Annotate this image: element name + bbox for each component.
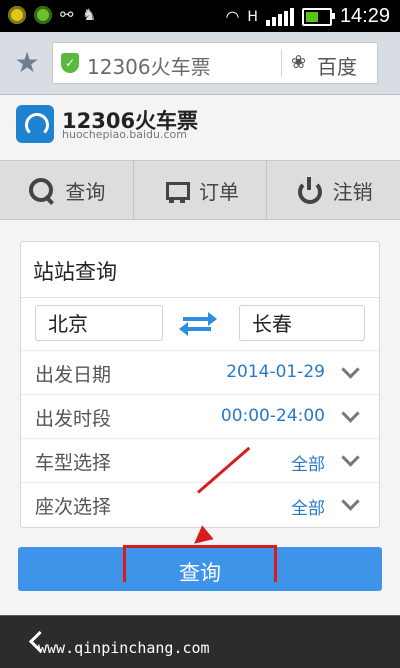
watermark: www.qinpinchang.com: [38, 639, 210, 657]
train-type-row[interactable]: 车型选择 全部: [21, 438, 379, 483]
row-value: 00:00-24:00: [220, 406, 325, 426]
power-icon: [295, 176, 323, 204]
battery-icon: [301, 7, 335, 26]
bookmark-star-icon[interactable]: ★: [12, 48, 42, 78]
notification-icons: ⚯ ♞: [8, 6, 98, 24]
logo-icon: [16, 105, 54, 143]
row-value: 全部: [291, 499, 325, 519]
departure-date-row[interactable]: 出发日期 2014-01-29: [21, 350, 379, 395]
row-value: 2014-01-29: [226, 362, 325, 382]
row-label: 座次选择: [35, 496, 112, 518]
security-shield-icon: ✓: [61, 53, 79, 73]
notification-icon: [34, 6, 52, 24]
status-bar: ⚯ ♞ ◠ H 14:29: [0, 0, 400, 32]
query-button[interactable]: 查询: [18, 545, 382, 591]
nav-label: 查询: [65, 179, 106, 204]
search-engine-label[interactable]: 百度: [317, 51, 357, 80]
browser-bottom-bar: www.qinpinchang.com: [0, 615, 400, 668]
notification-icon: [8, 6, 26, 24]
row-label: 出发时段: [35, 408, 112, 430]
page-content: 12306火车票 huochepiao.baidu.com 查询 订单 注销 站…: [0, 95, 400, 615]
chevron-down-icon: [341, 448, 360, 467]
android-icon: ♞: [82, 5, 97, 24]
usb-icon: ⚯: [60, 5, 74, 24]
chevron-down-icon: [341, 360, 360, 379]
search-icon: [27, 176, 55, 204]
chevron-down-icon: [341, 404, 360, 423]
address-divider: [281, 49, 282, 77]
cart-icon: [161, 176, 190, 204]
nav-item-logout[interactable]: 注销: [267, 161, 400, 219]
from-station-input[interactable]: 北京: [35, 305, 163, 341]
nav-label: 注销: [332, 179, 373, 204]
row-label: 车型选择: [35, 452, 112, 474]
browser-toolbar: ★ ✓ 12306火车票 ❀ 百度: [0, 32, 400, 95]
row-label: 出发日期: [35, 364, 112, 386]
wifi-icon: ◠: [225, 7, 240, 26]
main-nav: 查询 订单 注销: [0, 160, 400, 220]
baidu-paw-icon[interactable]: ❀: [291, 53, 311, 73]
system-icons: ◠ H 14:29: [225, 5, 390, 28]
departure-time-row[interactable]: 出发时段 00:00-24:00: [21, 394, 379, 439]
nav-item-search[interactable]: 查询: [0, 161, 134, 219]
row-value: 全部: [291, 455, 325, 475]
site-domain: huochepiao.baidu.com: [62, 128, 187, 141]
address-bar[interactable]: ✓ 12306火车票 ❀ 百度: [52, 42, 378, 84]
query-button-label: 查询: [179, 561, 221, 585]
h-network-icon: H: [247, 8, 258, 25]
chevron-down-icon: [341, 492, 360, 511]
swap-stations-icon[interactable]: [179, 309, 217, 339]
card-divider: [21, 297, 379, 298]
to-station-input[interactable]: 长春: [239, 305, 365, 341]
nav-item-orders[interactable]: 订单: [134, 161, 268, 219]
station-search-card: 站站查询 北京 长春 出发日期 2014-01-29 出发时段 00:00-24…: [20, 241, 380, 528]
card-title: 站站查询: [33, 260, 117, 284]
clock: 14:29: [339, 5, 390, 27]
url-text[interactable]: 12306火车票: [87, 51, 211, 80]
signal-icon: [265, 7, 294, 26]
nav-label: 订单: [199, 179, 239, 204]
